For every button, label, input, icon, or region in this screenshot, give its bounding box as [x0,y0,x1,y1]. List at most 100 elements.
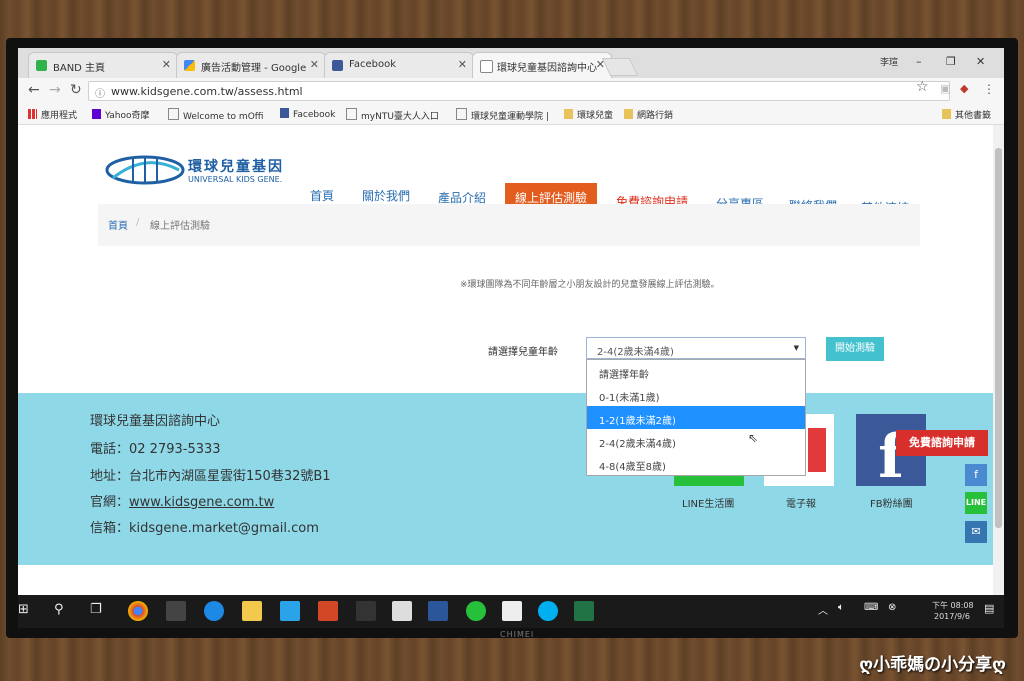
yahoo-icon [92,109,101,119]
age-option[interactable]: 4-8(4歲至8歲) [587,452,805,475]
url-input[interactable]: ⓘ www.kidsgene.com.tw/assess.html [88,81,950,101]
volume-icon[interactable]: 🔈︎ [838,602,844,613]
facebook-icon [280,108,289,118]
line-share-icon[interactable]: LINE [965,492,987,514]
calculator-icon[interactable] [392,601,412,621]
task-view-icon[interactable]: ❐ [90,602,102,617]
close-icon[interactable]: ✕ [458,58,467,71]
start-test-button[interactable]: 開始測驗 [826,337,884,361]
age-option[interactable]: 2-4(2歲未滿4歲) [587,429,805,452]
screen: BAND 主頁 ✕ 廣告活動管理 - Google ✕ Facebook ✕ 環… [18,48,1004,628]
tab-kidsgene[interactable]: 環球兒童基因諮詢中心 ✕ [472,52,612,78]
bookmark-facebook[interactable]: Facebook [280,108,335,120]
tab-bar: BAND 主頁 ✕ 廣告活動管理 - Google ✕ Facebook ✕ 環… [18,48,1004,78]
app-icon[interactable] [280,601,300,621]
bookmark-sports[interactable]: 環球兒童運動學院 | [456,108,549,122]
tab-google-ads[interactable]: 廣告活動管理 - Google ✕ [176,52,326,78]
windows-start-icon[interactable]: ⊞ [18,602,29,617]
edge-icon[interactable] [204,601,224,621]
footer-phone: 電話：02 2793-5333 [90,442,221,457]
tab-band[interactable]: BAND 主頁 ✕ [28,52,178,78]
user-name[interactable]: 李瑄 [880,55,898,68]
forward-icon[interactable]: → [49,82,61,98]
age-option[interactable]: 請選擇年齡 [587,360,805,383]
mouse-cursor-icon: ⇖ [748,431,759,445]
chrome-icon[interactable] [128,601,148,621]
logo-text-zh: 環球兒童基因 [188,159,284,175]
clock-date[interactable]: 2017/9/6 [934,612,970,621]
app-icon[interactable] [356,601,376,621]
footer-website: 官網：www.kidsgene.com.tw [90,495,275,510]
store-icon[interactable] [166,601,186,621]
close-icon[interactable]: ✕ [310,58,319,71]
nav-home[interactable]: 首頁 [310,187,334,204]
bookmark-folder-kids[interactable]: 環球兒童 [564,108,613,121]
notification-badge-icon[interactable]: ⊗ [888,602,896,613]
mail-icon[interactable] [502,601,522,621]
free-consult-button[interactable]: 免費諮詢申請 [896,430,988,456]
search-icon[interactable]: ⚲ [54,602,64,617]
breadcrumb-separator: / [136,217,140,228]
age-select-value: 2-4(2歲未滿4歲) [597,347,674,358]
bookmark-apps[interactable]: 應用程式 [28,108,77,121]
bookmark-yahoo[interactable]: Yahoo奇摩 [92,108,150,121]
age-option[interactable]: 0-1(未滿1歲) [587,383,805,406]
breadcrumb-home[interactable]: 首頁 [108,217,128,232]
tray-up-icon[interactable]: ︿ [818,602,828,617]
minimize-icon[interactable]: – [916,55,922,68]
menu-icon[interactable]: ⋮ [983,82,995,96]
monitor-brand: CHIMEI [500,630,535,639]
back-icon[interactable]: ← [28,82,40,98]
keyboard-icon[interactable]: ⌨ [864,602,878,613]
tab-label: 廣告活動管理 - Google [201,63,307,74]
breadcrumb: 首頁 / 線上評估測驗 [98,204,920,246]
folder-icon [564,109,573,119]
photo-watermark: ღ小乖媽の小分享ღ [859,655,1006,675]
page-icon [168,108,179,120]
tab-facebook[interactable]: Facebook ✕ [324,52,474,78]
website-link[interactable]: www.kidsgene.com.tw [129,495,274,510]
facebook-share-icon[interactable]: f [965,464,987,486]
assessment-note: ※環球團隊為不同年齡層之小朋友設計的兒童發展線上評估測驗。 [460,280,720,290]
close-window-icon[interactable]: ✕ [976,55,985,68]
fb-fanpage-label[interactable]: FB粉絲團 [870,495,913,510]
age-option-highlighted[interactable]: 1-2(1歲未滿2歲) [587,406,805,429]
age-select-label: 請選擇兒童年齡 [488,347,558,358]
powerpoint-icon[interactable] [318,601,338,621]
bookmark-other[interactable]: 其他書籤 [942,108,991,121]
extension-icon[interactable]: ◆ [960,82,968,95]
page-icon [480,60,493,73]
word-icon[interactable] [428,601,448,621]
bookmark-star-icon[interactable]: ☆ [916,79,929,95]
excel-icon[interactable] [574,601,594,621]
epaper-label[interactable]: 電子報 [786,495,816,510]
footer-address: 地址：台北市內湖區星雲街150巷32號B1 [90,469,331,484]
skype-icon[interactable] [538,601,558,621]
nav-about[interactable]: 關於我們 [362,187,410,204]
tab-label: BAND 主頁 [53,63,106,74]
extension-icon[interactable]: ▣ [940,82,950,95]
tab-label: 環球兒童基因諮詢中心 [497,63,597,74]
mail-share-icon[interactable]: ✉ [965,521,987,543]
address-bar-row: ← → ↻ ⓘ www.kidsgene.com.tw/assess.html … [18,78,1004,104]
info-icon: ⓘ [95,89,105,100]
clock-time[interactable]: 下午 08:08 [932,600,974,611]
close-icon[interactable]: ✕ [162,58,171,71]
line-app-icon[interactable] [466,601,486,621]
action-center-icon[interactable]: ▤ [984,602,994,615]
scrollbar-thumb[interactable] [995,148,1002,528]
facebook-icon [332,60,343,71]
age-select[interactable]: 2-4(2歲未滿4歲) ▼ [586,337,806,359]
windows-taskbar: ⊞ ⚲ ❐ ︿ 🔈︎ ⌨ ⊗ 下午 08:08 2017/9/6 ▤ [18,595,1004,628]
restore-icon[interactable]: ❐ [946,55,956,68]
bookmark-myntu[interactable]: myNTU臺大人入口 [346,108,439,122]
file-explorer-icon[interactable] [242,601,262,621]
tab-label: Facebook [349,59,396,70]
reload-icon[interactable]: ↻ [70,82,82,98]
line-group-label[interactable]: LINE生活團 [682,495,734,510]
url-text: www.kidsgene.com.tw/assess.html [111,85,303,98]
bookmark-folder-marketing[interactable]: 網路行銷 [624,108,673,121]
page-icon [346,108,357,120]
apps-icon [28,109,37,119]
bookmark-moffice[interactable]: Welcome to mOffi [168,108,263,122]
